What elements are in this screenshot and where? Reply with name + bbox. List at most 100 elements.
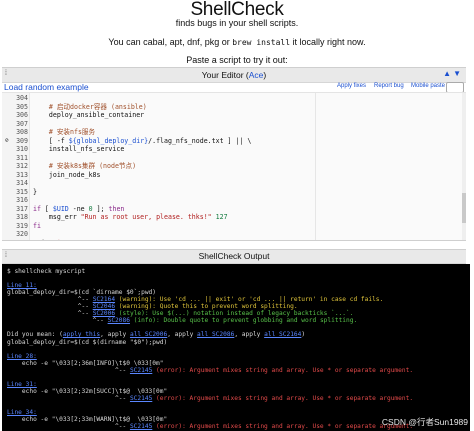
line-number: 320 bbox=[16, 230, 28, 238]
code-line[interactable]: 318 msg_err "Run as root user, please. t… bbox=[2, 213, 466, 222]
output-link[interactable]: SC2164 bbox=[93, 296, 115, 303]
output-text: ^-- bbox=[7, 310, 93, 318]
install-prefix: You can bbox=[108, 37, 144, 47]
install-brew-command: brew install bbox=[232, 38, 291, 47]
scrollbar-thumb[interactable] bbox=[462, 193, 466, 223]
editor-toolbar: Load random example Apply fixes Report b… bbox=[2, 82, 466, 93]
output-line: Did you mean: (apply this , apply all SC2… bbox=[7, 331, 305, 338]
install-link-pkg[interactable]: pkg bbox=[205, 37, 220, 47]
output-link[interactable]: SC2145 bbox=[130, 395, 152, 402]
code-line[interactable]: 313 join_node_k8s bbox=[2, 171, 466, 180]
page-header: ShellCheck finds bugs in your shell scri… bbox=[0, 0, 474, 65]
code-line[interactable]: 317 if [ $UID -ne 0 ]; then bbox=[2, 205, 466, 214]
output-title-bar: ⁞ ShellCheck Output bbox=[2, 249, 466, 264]
output-line: ^-- SC2006 (style): Use $(...) notation … bbox=[7, 310, 354, 318]
code-line[interactable]: 314 bbox=[2, 179, 466, 188]
install-link-dnf[interactable]: dnf bbox=[187, 37, 200, 47]
line-number: 309 bbox=[16, 136, 28, 145]
output-link[interactable]: all SC2006 bbox=[130, 331, 167, 338]
code-line[interactable]: 321 main "$@" bbox=[2, 239, 466, 241]
output-text: , apply bbox=[167, 331, 198, 339]
code-token: # 安装k8s集群 (node节点) bbox=[33, 162, 137, 170]
editor-scrollbar[interactable] bbox=[462, 93, 466, 240]
code-line[interactable]: 311 bbox=[2, 154, 466, 163]
code-token: join_node_k8s bbox=[33, 170, 101, 179]
apply-fixes-link[interactable]: Apply fixes bbox=[337, 83, 366, 89]
code-line[interactable]: 310 install_nfs_service bbox=[2, 145, 466, 154]
output-text: echo -e "\033[2;36m[INFO]\t$0 \033[0m" bbox=[7, 359, 164, 367]
output-text: Did you mean: ( bbox=[7, 331, 63, 339]
code-token: fi bbox=[33, 221, 41, 230]
code-line[interactable]: ⊘ 309 [ -f ${global_deploy_dir}/.flag_nfs… bbox=[2, 137, 466, 146]
report-bug-link[interactable]: Report bug bbox=[374, 83, 404, 89]
code-token: msg_err bbox=[33, 213, 81, 221]
code-token: "$@" bbox=[53, 239, 69, 241]
output-text: ^-- bbox=[7, 296, 93, 304]
code-text: msg_err "Run as root user, please. thks!… bbox=[33, 213, 228, 222]
code-line[interactable]: 315} bbox=[2, 188, 466, 197]
install-suffix: it locally right now. bbox=[290, 37, 366, 47]
code-line[interactable]: 304 bbox=[2, 94, 466, 103]
arrow-down-icon[interactable]: ▼ bbox=[453, 69, 463, 78]
output-link[interactable]: Line 34: bbox=[7, 409, 37, 416]
code-line[interactable]: 312 # 安装k8s集群 (node节点) bbox=[2, 162, 466, 171]
output-link[interactable]: all SC2086 bbox=[197, 331, 234, 338]
load-random-example-link[interactable]: Load random example bbox=[4, 82, 89, 92]
mobile-paste-link[interactable]: Mobile paste bbox=[411, 83, 445, 89]
code-token: # 安装nfs服务 bbox=[33, 128, 96, 136]
output-text: (warning): Use 'cd ... || exit' or 'cd .… bbox=[115, 296, 384, 304]
line-number: 315 bbox=[16, 187, 28, 196]
code-line[interactable]: 320 bbox=[2, 230, 466, 239]
line-number: 321 bbox=[2, 239, 29, 241]
output-link[interactable]: Line 31: bbox=[7, 381, 37, 388]
code-token: } bbox=[33, 187, 37, 196]
watermark: CSDN @行者Sun1989 bbox=[381, 417, 468, 427]
output-line: Line 31: bbox=[7, 381, 37, 388]
output-link[interactable]: SC2145 bbox=[130, 367, 152, 374]
line-number: 312 bbox=[16, 162, 28, 170]
arrow-up-icon[interactable]: ▲ bbox=[443, 69, 453, 78]
output-text: global_deploy_dir=$(cd `dirname $0`;pwd) bbox=[7, 289, 157, 297]
output-text: global_deploy_dir=$(cd $(dirname "$0");p… bbox=[7, 338, 168, 346]
code-line[interactable]: 307 bbox=[2, 120, 466, 129]
output-line: $ shellcheck myscript bbox=[7, 268, 85, 275]
output-text: $ shellcheck myscript bbox=[7, 268, 86, 275]
line-number: 316 bbox=[16, 196, 28, 204]
code-token: [ -f bbox=[33, 136, 69, 145]
code-token: if bbox=[33, 204, 41, 213]
code-token: deploy_ansible_container bbox=[33, 111, 145, 119]
line-number: 307 bbox=[16, 119, 28, 128]
output-text: (error): Argument mixes string and array… bbox=[152, 423, 414, 431]
output-link[interactable]: apply this bbox=[63, 331, 100, 338]
output-line: Line 28: bbox=[7, 353, 37, 360]
code-line[interactable]: 306 deploy_ansible_container bbox=[2, 111, 466, 120]
line-number: 313 bbox=[16, 170, 28, 179]
line-number: 306 bbox=[16, 111, 28, 119]
output-link[interactable]: all SC2164 bbox=[264, 331, 301, 338]
output-text: ^-- bbox=[7, 366, 130, 374]
code-text: fi bbox=[33, 222, 41, 231]
code-token: main bbox=[33, 239, 53, 241]
editor-title-bar: ⁞ Your Editor (Ace) ▲▼ bbox=[2, 67, 466, 83]
code-editor[interactable]: 304 305 # 启动docker容器 (ansible) 306 deploy_… bbox=[2, 92, 466, 241]
output-link[interactable]: SC2145 bbox=[130, 423, 152, 430]
output-line: global_deploy_dir=$(cd $(dirname "$0");p… bbox=[7, 339, 167, 346]
install-link-cabal[interactable]: cabal bbox=[143, 37, 165, 47]
ace-link[interactable]: Ace bbox=[249, 70, 264, 80]
code-line[interactable]: 316 bbox=[2, 196, 466, 205]
output-link[interactable]: SC2006 bbox=[93, 310, 115, 317]
line-number: 305 bbox=[16, 102, 28, 111]
install-link-apt[interactable]: apt bbox=[170, 37, 183, 47]
code-token: "Run as root user, please. thks!" bbox=[80, 213, 212, 221]
line-number: 314 bbox=[16, 179, 28, 187]
code-line[interactable]: 308 # 安装nfs服务 bbox=[2, 128, 466, 137]
code-line[interactable]: 305 # 启动docker容器 (ansible) bbox=[2, 103, 466, 112]
line-number: 308 bbox=[16, 128, 28, 136]
output-link[interactable]: SC2086 bbox=[108, 317, 130, 324]
code-text: # 启动docker容器 (ansible) bbox=[33, 103, 147, 112]
output-line: ^-- SC2145 (error): Argument mixes strin… bbox=[7, 423, 413, 430]
code-text: [ -f ${global_deploy_dir}/.flag_nfs_node… bbox=[33, 137, 251, 146]
code-line[interactable]: 319 fi bbox=[2, 222, 466, 231]
output-link[interactable]: Line 28: bbox=[7, 353, 37, 360]
editor-title: Your Editor (Ace) bbox=[201, 70, 267, 80]
